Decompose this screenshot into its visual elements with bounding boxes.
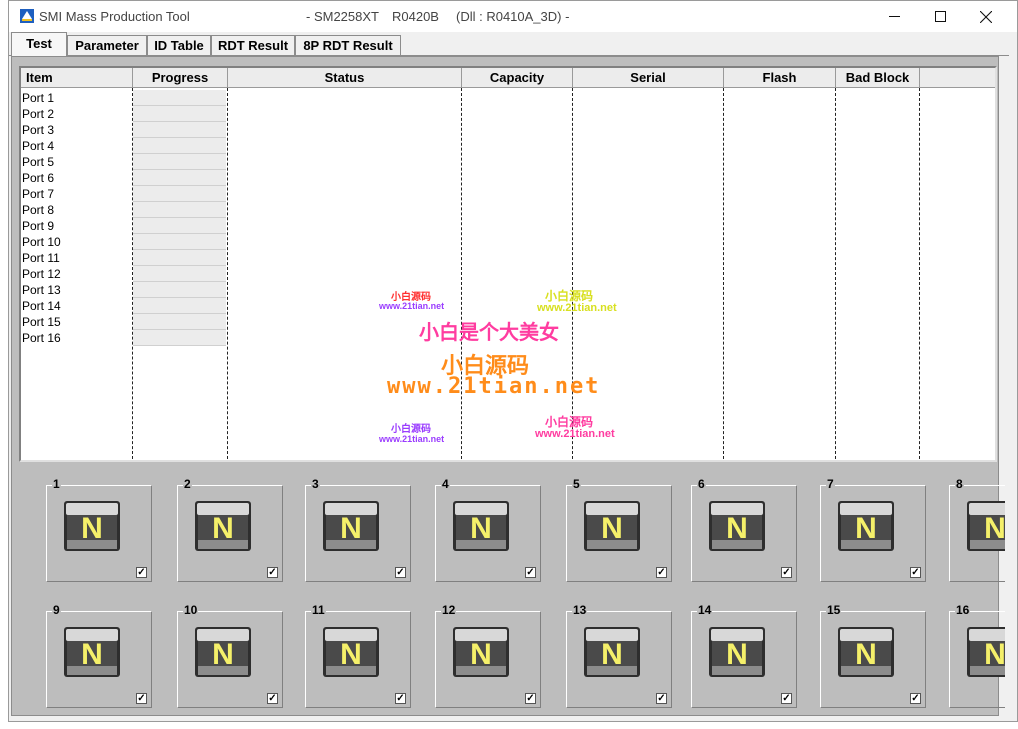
- drive-icon: N: [323, 501, 379, 551]
- drive-icon: N: [967, 501, 1005, 551]
- slot-number-label: 3: [311, 477, 320, 491]
- slot-number-label: 5: [572, 477, 581, 491]
- slot-enable-checkbox[interactable]: ✓: [656, 567, 667, 578]
- port-slot-grid: N 1 ✓ N 2 ✓ N 3 ✓ N 4 ✓ N 5 ✓ N 6 ✓ N 7 ✓ N 8 ✓ N 9 ✓ N 10 ✓ N 11 ✓ N 12 ✓ N…: [0, 0, 1005, 729]
- slot-enable-checkbox[interactable]: ✓: [525, 693, 536, 704]
- slot-status-letter: N: [340, 638, 362, 671]
- slot-status-letter: N: [81, 638, 103, 671]
- slot-status-letter: N: [470, 512, 492, 545]
- slot-enable-checkbox[interactable]: ✓: [267, 567, 278, 578]
- slot-number-label: 2: [183, 477, 192, 491]
- drive-icon: N: [195, 627, 251, 677]
- drive-icon: N: [967, 627, 1005, 677]
- slot-enable-checkbox[interactable]: ✓: [395, 693, 406, 704]
- drive-icon: N: [584, 627, 640, 677]
- slot-enable-checkbox[interactable]: ✓: [525, 567, 536, 578]
- drive-icon: N: [323, 627, 379, 677]
- slot-status-letter: N: [601, 512, 623, 545]
- slot-number-label: 15: [826, 603, 842, 617]
- slot-number-label: 14: [697, 603, 713, 617]
- slot-number-label: 6: [697, 477, 706, 491]
- slot-enable-checkbox[interactable]: ✓: [395, 567, 406, 578]
- slot-number-label: 12: [441, 603, 457, 617]
- slot-status-letter: N: [855, 638, 877, 671]
- slot-status-letter: N: [984, 512, 1005, 545]
- slot-number-label: 9: [52, 603, 61, 617]
- drive-icon: N: [453, 501, 509, 551]
- slot-enable-checkbox[interactable]: ✓: [781, 693, 792, 704]
- slot-status-letter: N: [81, 512, 103, 545]
- slot-status-letter: N: [855, 512, 877, 545]
- slot-status-letter: N: [212, 638, 234, 671]
- slot-status-letter: N: [984, 638, 1005, 671]
- slot-number-label: 7: [826, 477, 835, 491]
- slot-status-letter: N: [470, 638, 492, 671]
- slot-enable-checkbox[interactable]: ✓: [781, 567, 792, 578]
- slot-number-label: 13: [572, 603, 588, 617]
- slot-enable-checkbox[interactable]: ✓: [267, 693, 278, 704]
- slot-enable-checkbox[interactable]: ✓: [910, 693, 921, 704]
- slot-number-label: 16: [955, 603, 971, 617]
- port-slot[interactable]: N: [949, 485, 1005, 582]
- tab-test[interactable]: Test: [11, 32, 67, 56]
- slot-number-label: 1: [52, 477, 61, 491]
- slot-status-letter: N: [726, 638, 748, 671]
- drive-icon: N: [195, 501, 251, 551]
- slot-status-letter: N: [726, 512, 748, 545]
- slot-status-letter: N: [601, 638, 623, 671]
- slot-status-letter: N: [212, 512, 234, 545]
- slot-status-letter: N: [340, 512, 362, 545]
- drive-icon: N: [584, 501, 640, 551]
- slot-enable-checkbox[interactable]: ✓: [136, 693, 147, 704]
- drive-icon: N: [453, 627, 509, 677]
- drive-icon: N: [709, 627, 765, 677]
- drive-icon: N: [709, 501, 765, 551]
- slot-number-label: 10: [183, 603, 199, 617]
- slot-number-label: 4: [441, 477, 450, 491]
- slot-enable-checkbox[interactable]: ✓: [910, 567, 921, 578]
- slot-enable-checkbox[interactable]: ✓: [136, 567, 147, 578]
- drive-icon: N: [838, 627, 894, 677]
- slot-enable-checkbox[interactable]: ✓: [656, 693, 667, 704]
- port-slot[interactable]: N: [949, 611, 1005, 708]
- drive-icon: N: [838, 501, 894, 551]
- drive-icon: N: [64, 627, 120, 677]
- slot-number-label: 8: [955, 477, 964, 491]
- slot-number-label: 11: [311, 603, 326, 617]
- drive-icon: N: [64, 501, 120, 551]
